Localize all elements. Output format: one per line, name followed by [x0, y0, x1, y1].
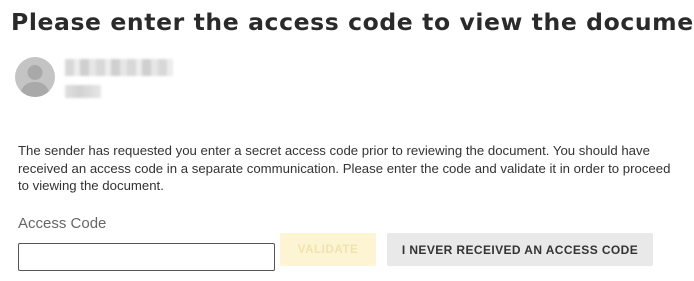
validate-button[interactable]: VALIDATE	[280, 233, 376, 266]
never-received-code-button[interactable]: I NEVER RECEIVED AN ACCESS CODE	[387, 233, 653, 266]
access-code-page: Please enter the access code to view the…	[0, 0, 694, 281]
sender-name-redacted	[65, 59, 173, 76]
access-code-input[interactable]	[18, 243, 275, 271]
instructions-text: The sender has requested you enter a sec…	[18, 143, 671, 193]
page-title: Please enter the access code to view the…	[11, 8, 694, 36]
user-avatar-icon	[15, 57, 55, 97]
sender-detail-redacted	[65, 85, 101, 98]
access-code-label: Access Code	[18, 215, 107, 232]
